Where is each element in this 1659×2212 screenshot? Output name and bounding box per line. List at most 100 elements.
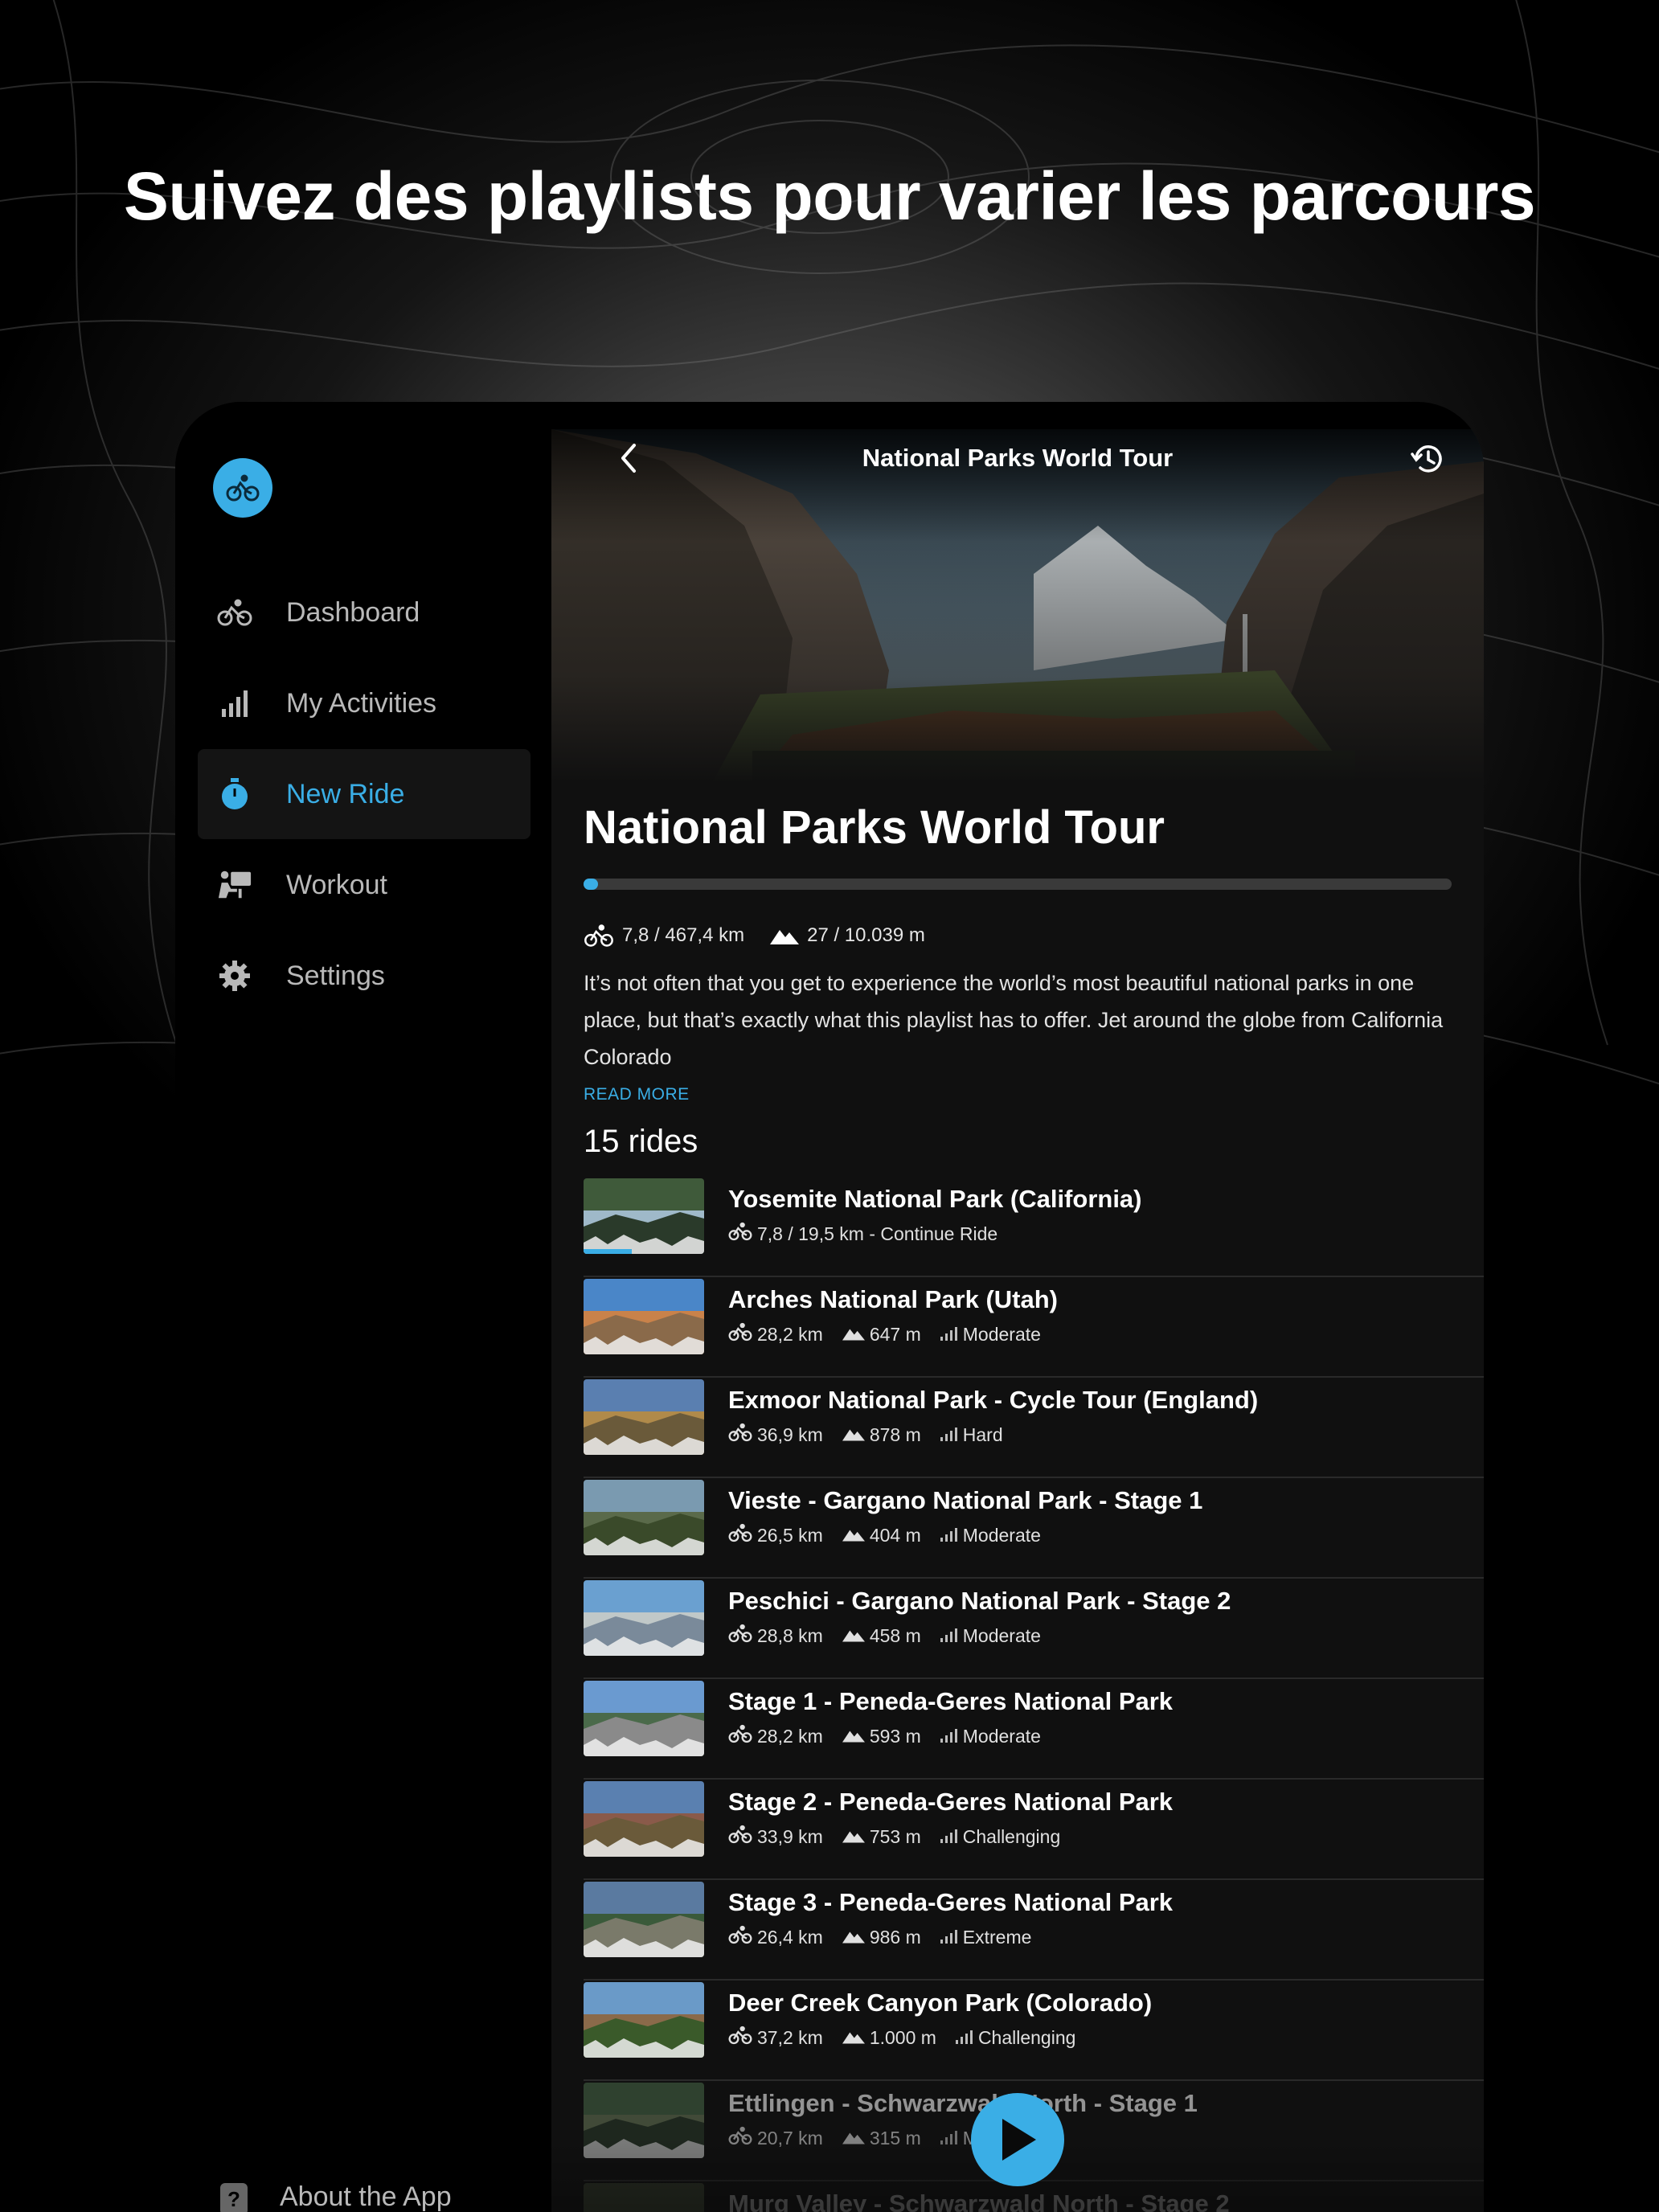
ride-distance-value: 26,5 km (757, 1524, 823, 1546)
stopwatch-icon (217, 778, 252, 810)
sidebar-item-label: New Ride (286, 778, 405, 809)
ride-distance: 26,5 km (728, 1523, 823, 1547)
ride-difficulty-value: Extreme (962, 1926, 1032, 1948)
playlist-description: It’s not often that you get to experienc… (584, 971, 1444, 1069)
ride-meta: 26,4 km 986 m Extreme (728, 1925, 1051, 1949)
ride-elevation-value: 404 m (869, 1524, 921, 1546)
ride-distance-value: 7,8 / 19,5 km - Continue Ride (757, 1223, 998, 1244)
ride-thumbnail (584, 1681, 704, 1756)
sidebar-item-about[interactable]: ? About the App (220, 2177, 542, 2212)
difficulty-icon (940, 1525, 963, 1546)
ride-elevation-value: 878 m (869, 1423, 921, 1445)
ride-distance: 7,8 / 19,5 km - Continue Ride (728, 1222, 997, 1246)
playlist-distance: 7,8 / 467,4 km (584, 924, 744, 948)
difficulty-icon (940, 1625, 963, 1647)
ride-thumbnail (584, 1480, 704, 1555)
ride-meta: 28,2 km 647 m Moderate (728, 1322, 1060, 1346)
sidebar-item-settings[interactable]: Settings (198, 931, 530, 1021)
ride-title: Peschici - Gargano National Park - Stage… (728, 1587, 1231, 1615)
mountain-icon (842, 2027, 870, 2049)
ride-difficulty-value: Moderate (962, 1624, 1041, 1646)
difficulty-icon (955, 2027, 978, 2049)
history-icon (1411, 445, 1442, 473)
ride-distance: 28,2 km (728, 1322, 823, 1346)
ride-row[interactable]: Stage 3 - Peneda-Geres National Park 26,4… (584, 1880, 1484, 1981)
ride-meta: 26,5 km 404 m Moderate (728, 1523, 1060, 1547)
sidebar-item-label: Dashboard (286, 596, 420, 628)
ride-meta: 7,8 / 19,5 km - Continue Ride (728, 1222, 1017, 1246)
mountain-icon (842, 1625, 870, 1647)
play-button[interactable] (971, 2093, 1064, 2186)
ride-progress (584, 1249, 632, 1254)
ride-distance: 33,9 km (728, 1825, 823, 1849)
ride-row[interactable]: Stage 2 - Peneda-Geres National Park 33,9… (584, 1780, 1484, 1880)
ride-row[interactable]: Vieste - Gargano National Park - Stage 1… (584, 1478, 1484, 1579)
mountain-icon (842, 1525, 870, 1546)
playlist-progress-fill (584, 879, 599, 890)
ride-row[interactable]: Exmoor National Park - Cycle Tour (Engla… (584, 1378, 1484, 1478)
ride-thumbnail (584, 1178, 704, 1254)
mountain-icon (842, 1927, 870, 1948)
mountain-icon (842, 1424, 870, 1446)
sidebar-item-label: My Activities (286, 687, 437, 719)
ride-elevation: 647 m (842, 1324, 921, 1346)
ride-difficulty-value: Challenging (977, 2026, 1076, 2048)
ride-distance: 28,8 km (728, 1624, 823, 1648)
ride-distance-value: 28,2 km (757, 1323, 823, 1345)
ride-row[interactable]: Peschici - Gargano National Park - Stage… (584, 1579, 1484, 1679)
ride-title: Exmoor National Park - Cycle Tour (Engla… (728, 1386, 1259, 1414)
difficulty-icon (940, 1826, 963, 1848)
ride-difficulty: Moderate (940, 1525, 1041, 1546)
sidebar-item-label: About the App (280, 2181, 452, 2212)
read-more-link[interactable]: READ MORE (584, 1085, 690, 1104)
ride-title: Deer Creek Canyon Park (Colorado) (728, 1989, 1153, 2017)
ride-difficulty: Moderate (940, 1625, 1041, 1647)
ride-distance: 36,9 km (728, 1423, 823, 1447)
ride-elevation: 1.000 m (842, 2027, 936, 2049)
ride-row[interactable]: Yosemite National Park (California) 7,8 /… (584, 1177, 1484, 1277)
ride-difficulty-value: Moderate (962, 1323, 1041, 1345)
ride-thumbnail (584, 1379, 704, 1455)
ride-elevation-value: 593 m (869, 1725, 921, 1747)
ride-distance-value: 28,2 km (757, 1725, 823, 1747)
ride-title: Stage 2 - Peneda-Geres National Park (728, 1788, 1174, 1816)
playlist-title: National Parks World Tour (584, 801, 1165, 854)
ride-difficulty: Moderate (940, 1324, 1041, 1346)
ride-elevation-value: 753 m (869, 1825, 921, 1847)
ride-thumbnail (584, 1580, 704, 1656)
ride-distance-value: 36,9 km (757, 1423, 823, 1445)
bike-icon (728, 1322, 757, 1346)
bike-icon (584, 924, 613, 947)
mountain-icon (842, 1726, 870, 1747)
sidebar-item-my-activities[interactable]: My Activities (198, 658, 530, 748)
app-logo[interactable] (213, 458, 272, 518)
sidebar: Dashboard My Activities New Ride Workout… (175, 402, 551, 2212)
bike-icon (226, 474, 260, 502)
ride-distance: 37,2 km (728, 2026, 823, 2050)
ride-title: Stage 3 - Peneda-Geres National Park (728, 1888, 1174, 1916)
ride-elevation: 878 m (842, 1424, 921, 1446)
difficulty-icon (940, 1726, 963, 1747)
ride-elevation: 753 m (842, 1826, 921, 1848)
difficulty-icon (940, 1324, 963, 1346)
ride-distance-value: 33,9 km (757, 1825, 823, 1847)
sidebar-item-dashboard[interactable]: Dashboard (198, 567, 530, 657)
ride-difficulty: Hard (940, 1424, 1003, 1446)
ride-elevation: 986 m (842, 1927, 921, 1948)
ride-row[interactable]: Arches National Park (Utah) 28,2 km 647 m M… (584, 1277, 1484, 1378)
ride-title: Arches National Park (Utah) (728, 1285, 1058, 1313)
ride-row[interactable]: Deer Creek Canyon Park (Colorado) 37,2 km… (584, 1981, 1484, 2081)
difficulty-icon (940, 1927, 963, 1948)
ride-row[interactable]: Stage 1 - Peneda-Geres National Park 28,2… (584, 1679, 1484, 1780)
mountain-icon (770, 930, 800, 944)
ride-meta: 36,9 km 878 m Hard (728, 1423, 1022, 1447)
ride-elevation-value: 458 m (869, 1624, 921, 1646)
ride-meta: 28,8 km 458 m Moderate (728, 1624, 1060, 1648)
sidebar-item-workout[interactable]: Workout (198, 840, 530, 930)
history-button[interactable] (1408, 440, 1445, 477)
ride-title: Yosemite National Park (California) (728, 1185, 1142, 1213)
headline: Suivez des playlists pour varier les par… (123, 158, 1536, 234)
sidebar-item-new-ride[interactable]: New Ride (198, 749, 530, 839)
ride-distance-value: 28,8 km (757, 1624, 823, 1646)
sidebar-item-label: Workout (286, 869, 387, 900)
